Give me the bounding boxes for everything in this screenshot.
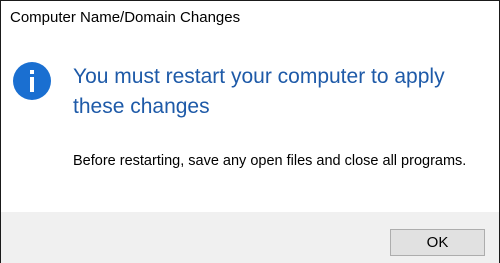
dialog-message: Before restarting, save any open files a… [73,153,467,169]
ok-button[interactable]: OK [390,229,485,256]
button-bar: OK [1,212,499,263]
window-title: Computer Name/Domain Changes [10,9,241,26]
dialog-window: Computer Name/Domain Changes You must re… [0,0,500,263]
info-icon [13,62,51,100]
dialog-heading: You must restart your computer to apply … [73,65,445,118]
title-bar[interactable]: Computer Name/Domain Changes [1,1,499,41]
